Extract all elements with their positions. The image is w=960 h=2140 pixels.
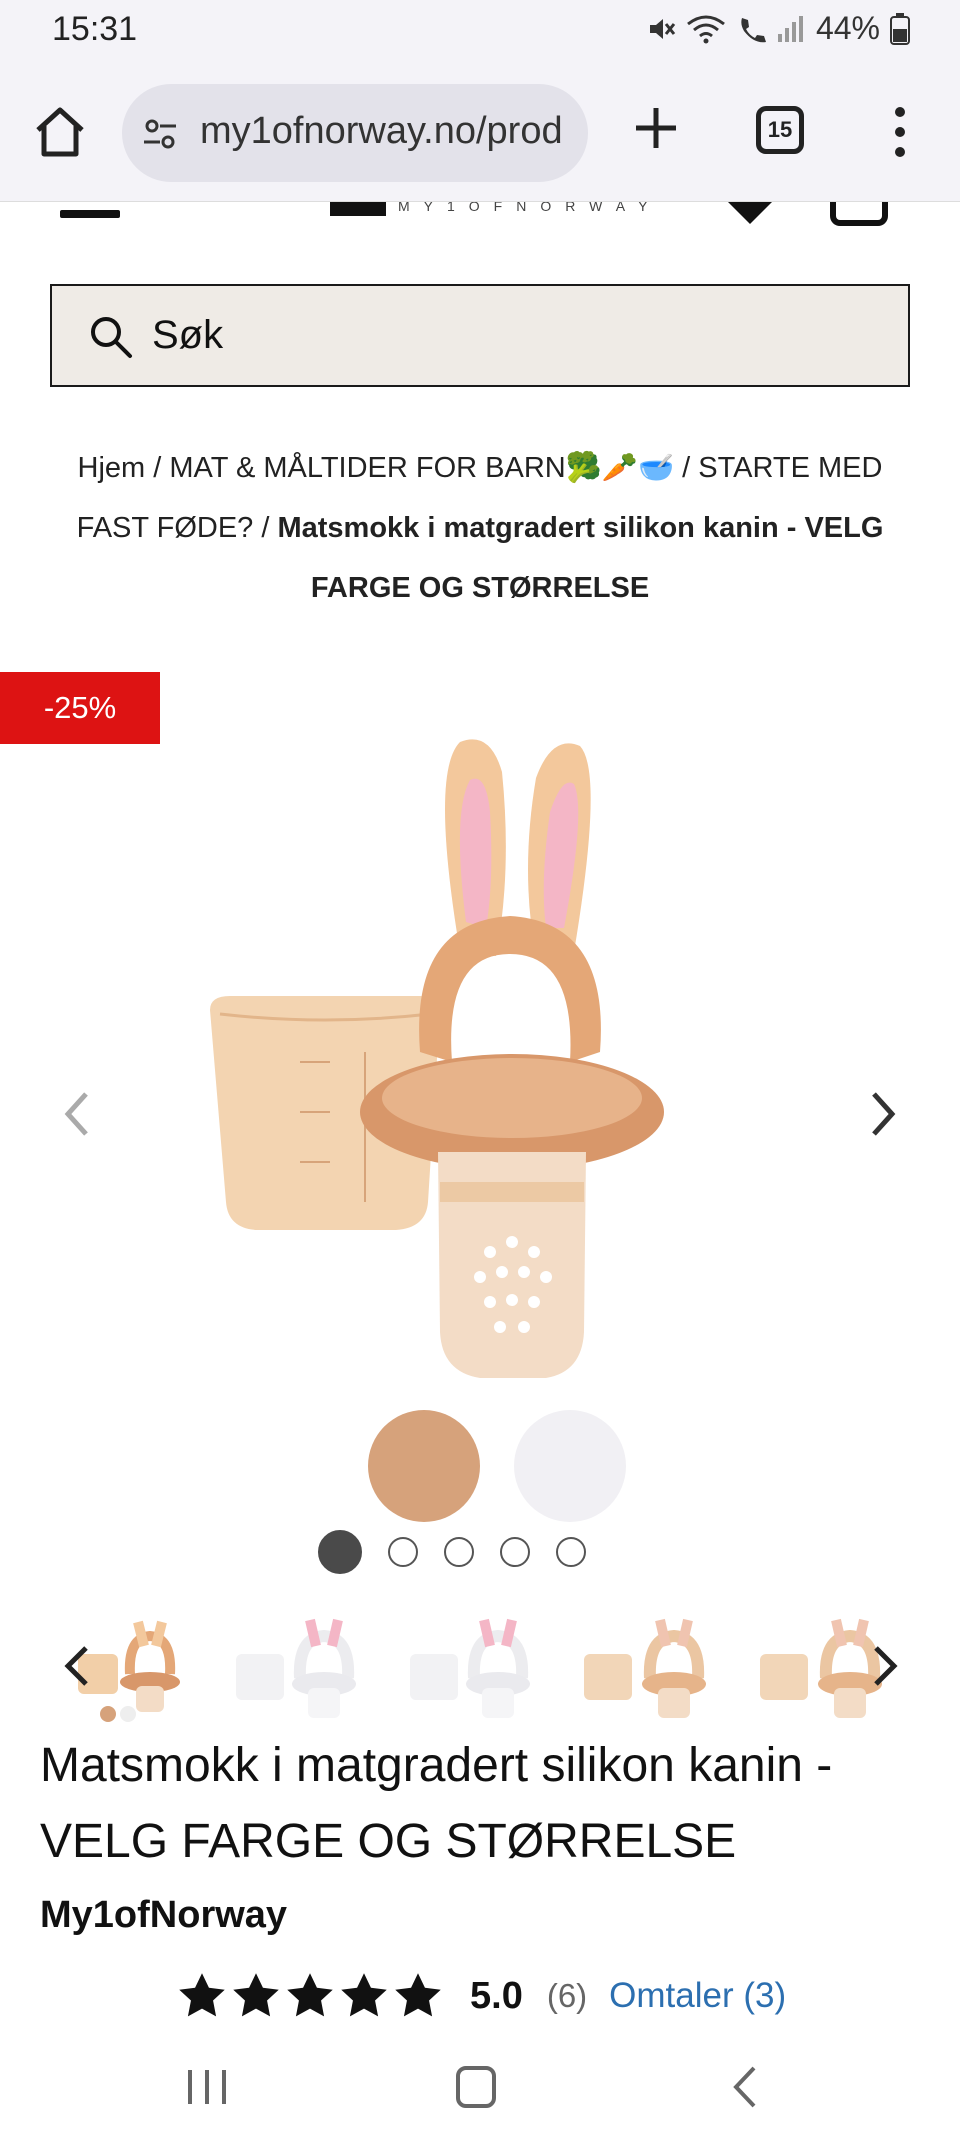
call-icon [741, 17, 766, 42]
address-bar[interactable]: my1ofnorway.no/prod [122, 84, 588, 182]
discount-badge: -25% [0, 672, 160, 744]
breadcrumb-category[interactable]: MAT & MÅLTIDER FOR BARN🥦🥕🥣 [169, 452, 674, 484]
more-vert-icon[interactable] [880, 102, 920, 162]
site-header: MY1OFNORWAY [0, 202, 960, 236]
chevron-right-icon[interactable] [868, 1642, 902, 1690]
url-text[interactable]: my1ofnorway.no/prod [200, 110, 580, 153]
star-icon [341, 1973, 387, 2017]
search-input[interactable]: Søk [50, 284, 910, 387]
rating-count: (6) [546, 1977, 588, 2014]
battery-percent: 44% [815, 10, 880, 46]
thumbnail-strip [0, 1600, 960, 1722]
star-icon [287, 1973, 333, 2017]
system-nav-bar [0, 2022, 960, 2140]
battery-icon [890, 12, 910, 45]
search-icon [91, 317, 132, 358]
reviews-link[interactable]: Omtaler (3) [609, 1976, 786, 2016]
tab-count: 15 [767, 117, 793, 142]
tune-icon[interactable] [140, 114, 180, 154]
thumbnail-2[interactable] [230, 1614, 360, 1722]
color-swatch-white[interactable] [514, 1410, 626, 1522]
chevron-right-icon[interactable] [864, 1084, 904, 1144]
gallery-pagination [318, 1530, 586, 1574]
product-image[interactable] [190, 732, 770, 1392]
wifi-icon [687, 15, 725, 43]
thumbnail-1[interactable] [78, 1614, 208, 1722]
cart-icon[interactable] [830, 202, 888, 226]
thumbnail-4[interactable] [580, 1614, 710, 1722]
rating-stars [176, 1970, 444, 2022]
breadcrumb-current: Matsmokk i matgradert silikon kanin - VE… [277, 512, 884, 604]
pagination-dot[interactable] [556, 1537, 586, 1567]
status-time: 15:31 [52, 10, 138, 48]
pagination-dot[interactable] [388, 1537, 418, 1567]
signal-icon [777, 15, 803, 42]
product-title: Matsmokk i matgradert silikon kanin - VE… [40, 1739, 833, 1868]
breadcrumb-sep: / [674, 452, 699, 484]
chevron-left-icon[interactable] [56, 1084, 96, 1144]
breadcrumb-home[interactable]: Hjem [78, 452, 146, 484]
home-button[interactable] [456, 2066, 496, 2108]
browser-toolbar: my1ofnorway.no/prod 15 [0, 62, 960, 202]
pagination-dot[interactable] [318, 1530, 362, 1574]
breadcrumb-sep: / [145, 452, 170, 484]
back-icon[interactable] [730, 2064, 760, 2110]
status-icons: 44% [646, 10, 910, 47]
breadcrumb: Hjem / MAT & MÅLTIDER FOR BARN🥦🥕🥣 / STAR… [38, 438, 922, 618]
star-icon [179, 1973, 225, 2017]
product-brand[interactable]: My1ofNorway [40, 1894, 287, 1937]
search-placeholder[interactable]: Søk [152, 313, 223, 358]
logo[interactable] [330, 202, 386, 216]
star-icon [395, 1973, 441, 2017]
menu-icon[interactable] [60, 210, 120, 218]
pagination-dot[interactable] [444, 1537, 474, 1567]
logo-text[interactable]: MY1OFNORWAY [398, 202, 661, 214]
chevron-left-icon[interactable] [60, 1642, 94, 1690]
product-gallery: -25% [0, 672, 960, 1378]
thumbnail-5[interactable] [756, 1614, 886, 1722]
pagination-dot[interactable] [500, 1537, 530, 1567]
star-icon [233, 1973, 279, 2017]
rating-row: 5.0 (6) Omtaler (3) [176, 1966, 786, 2026]
mute-icon [649, 18, 676, 39]
home-icon[interactable] [32, 104, 88, 160]
status-bar: 15:31 44% [0, 0, 960, 62]
color-swatch-peach[interactable] [368, 1410, 480, 1522]
wishlist-icon[interactable] [728, 202, 772, 224]
plus-icon[interactable] [628, 100, 684, 156]
rating-value: 5.0 [470, 1974, 523, 2017]
recent-apps-icon[interactable] [186, 2068, 228, 2106]
breadcrumb-sep: / [253, 512, 278, 544]
tabs-button[interactable]: 15 [756, 106, 804, 154]
thumbnail-3[interactable] [404, 1614, 534, 1722]
